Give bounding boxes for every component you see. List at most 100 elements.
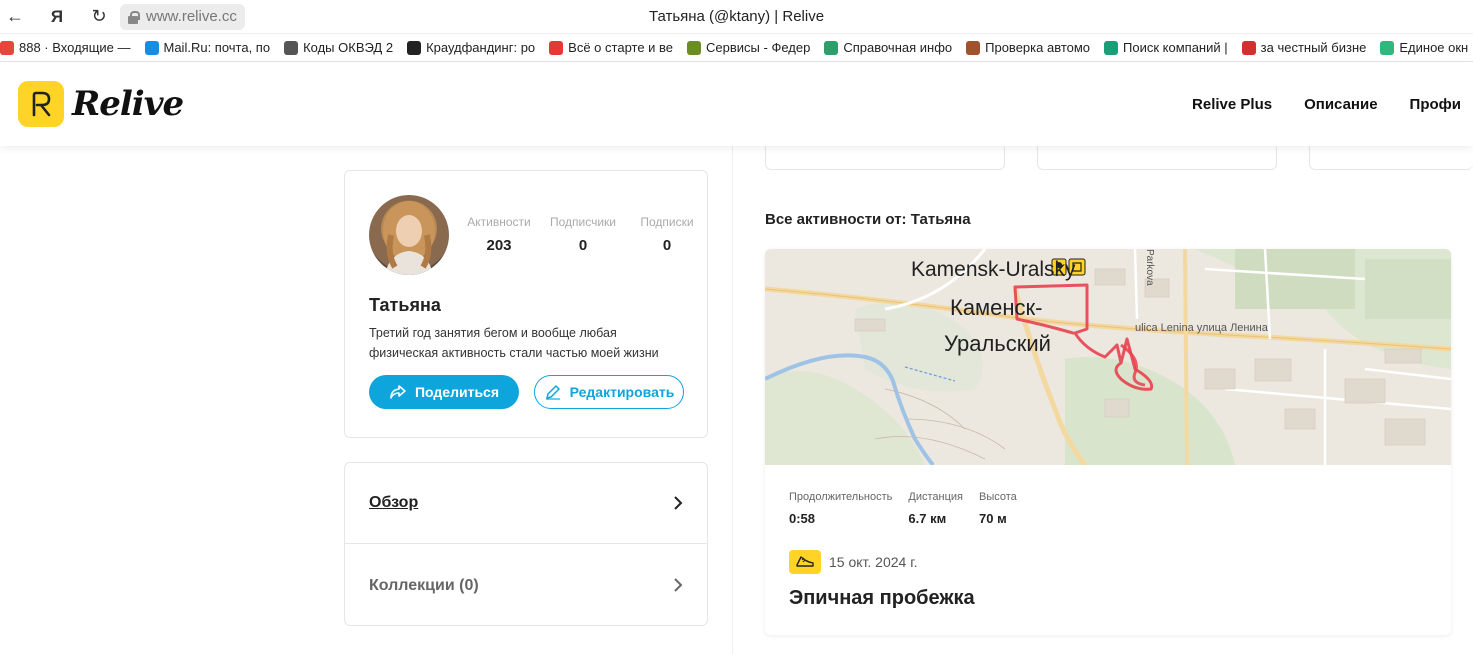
bookmark-item[interactable]: Коды ОКВЭД 2 [284, 40, 393, 55]
reload-icon[interactable]: ↻ [84, 2, 114, 32]
play-icon [1380, 40, 1395, 55]
za-icon [1241, 40, 1256, 55]
avatar[interactable] [369, 195, 449, 275]
bookmark-item[interactable]: за честный бизне [1241, 40, 1367, 55]
activity-card-stub [1037, 146, 1277, 170]
profile-card: Активности 203 Подписчики 0 Подписки 0 Т… [344, 170, 708, 438]
edit-button[interactable]: Редактировать [534, 375, 684, 409]
bookmark-item[interactable]: Всё о старте и ве [549, 40, 673, 55]
metric-elevation: Высота 70 м [979, 491, 1017, 526]
doc-icon [284, 40, 299, 55]
ruble-icon [407, 40, 422, 55]
profile-stats: Активности 203 Подписчики 0 Подписки 0 [457, 215, 709, 254]
column-divider [732, 146, 733, 654]
metric-value: 70 м [979, 511, 1007, 526]
menu-overview-label: Обзор [369, 494, 419, 511]
stat-followers[interactable]: Подписчики 0 [541, 215, 625, 254]
map-svg: Kamensk-Uralsky Каменск- Уральский ulica… [765, 249, 1451, 467]
activity-card[interactable]: Kamensk-Uralsky Каменск- Уральский ulica… [765, 249, 1451, 635]
bookmarks-bar: 888 · Входящие — Mail.Ru: почта, по Коды О… [0, 34, 1473, 62]
metric-label: Высота [979, 491, 1017, 503]
chevron-right-icon [674, 578, 683, 592]
menu-overview[interactable]: Обзор [345, 463, 707, 544]
profile-bio: Третий год занятия бегом и вообще любая … [369, 326, 659, 360]
bookmark-item[interactable]: Проверка автомо [966, 40, 1090, 55]
bookmark-item[interactable]: Mail.Ru: почта, по [144, 40, 271, 55]
mailru-icon [144, 40, 159, 55]
stat-label: Активности [467, 215, 531, 229]
nav-relive-plus[interactable]: Relive Plus [1192, 96, 1272, 113]
bookmark-label: 888 · Входящие — [19, 40, 131, 55]
stat-label: Подписчики [549, 215, 616, 229]
stat-label: Подписки [640, 215, 694, 229]
nav-description[interactable]: Описание [1304, 96, 1377, 113]
bookmark-label: Коды ОКВЭД 2 [303, 40, 394, 55]
metric-distance: Дистанция 6.7 км [908, 491, 963, 526]
stat-value: 0 [578, 237, 588, 254]
activity-date: 15 окт. 2024 г. [829, 554, 918, 570]
bookmark-label: Mail.Ru: почта, по [163, 40, 271, 55]
bookmark-item[interactable]: Краудфандинг: ро [407, 40, 535, 55]
bookmark-label: за честный бизне [1260, 40, 1367, 55]
relive-logo-text[interactable]: Relive [72, 84, 184, 124]
mail-icon [0, 40, 14, 55]
bookmark-label: Сервисы - Федер [706, 40, 811, 55]
metric-duration: Продолжительность 0:58 [789, 491, 892, 526]
browser-address-bar: ← Я ↻ www.relive.cc [0, 0, 1473, 34]
metric-value: 0:58 [789, 511, 816, 526]
metric-label: Дистанция [908, 491, 964, 503]
map-city-ru-label-1: Каменск- [950, 295, 1043, 320]
activity-date-row: 15 окт. 2024 г. [789, 550, 918, 574]
bookmark-label: Всё о старте и ве [568, 40, 674, 55]
bookmark-item[interactable]: 888 · Входящие — [0, 40, 131, 55]
bookmark-label: Краудфандинг: ро [426, 40, 536, 55]
activity-card-stub [1309, 146, 1473, 170]
site-header: Relive Relive Plus Описание Профи [0, 62, 1473, 146]
nav-profile[interactable]: Профи [1410, 96, 1461, 113]
leaf-icon [824, 40, 839, 55]
badge-icon [966, 40, 981, 55]
activity-map[interactable]: Kamensk-Uralsky Каменск- Уральский ulica… [765, 249, 1451, 467]
lock-icon [126, 10, 140, 24]
stat-value: 203 [486, 237, 512, 254]
bookmark-item[interactable]: Поиск компаний | [1104, 40, 1228, 55]
edit-label: Редактировать [569, 384, 675, 400]
chevron-right-icon [674, 496, 683, 510]
yandex-icon[interactable]: Я [42, 2, 72, 32]
share-label: Поделиться [414, 384, 500, 400]
activity-card-stub [765, 146, 1005, 170]
share-icon [390, 385, 406, 399]
activity-title[interactable]: Эпичная пробежка [789, 587, 975, 610]
activity-metrics: Продолжительность 0:58 Дистанция 6.7 км … [789, 491, 1033, 526]
stat-value: 0 [662, 237, 672, 254]
search-company-icon [1104, 40, 1119, 55]
stat-activities[interactable]: Активности 203 [457, 215, 541, 254]
menu-collections-label: Коллекции (0) [369, 576, 479, 594]
map-city-ru-label-2: Уральский [944, 331, 1051, 356]
bookmark-label: Поиск компаний | [1123, 40, 1228, 55]
menu-collections[interactable]: Коллекции (0) [345, 545, 707, 626]
r-icon [549, 40, 564, 55]
url-text: www.relive.cc [146, 8, 237, 25]
bookmark-label: Справочная инфо [843, 40, 953, 55]
pencil-icon [545, 385, 560, 400]
share-button[interactable]: Поделиться [369, 375, 519, 409]
metric-label: Продолжительность [789, 491, 893, 503]
top-nav: Relive Plus Описание Профи [1192, 62, 1473, 146]
profile-menu: Обзор Коллекции (0) [344, 462, 708, 626]
map-street-label: ulica Lenina улица Ленина [1135, 322, 1269, 334]
url-field[interactable]: www.relive.cc [120, 3, 245, 30]
map-city-en-label: Kamensk-Uralsky [911, 258, 1076, 281]
bookmark-label: Проверка автомо [985, 40, 1091, 55]
stat-following[interactable]: Подписки 0 [625, 215, 709, 254]
running-shoe-icon [789, 550, 821, 574]
emblem-icon [687, 40, 702, 55]
bookmark-item[interactable]: Справочная инфо [824, 40, 952, 55]
relive-logo-icon[interactable] [18, 81, 64, 127]
bookmark-item[interactable]: Сервисы - Федер [687, 40, 810, 55]
map-street-label-2: Parkova [1144, 249, 1155, 286]
activities-heading: Все активности от: Татьяна [765, 211, 971, 228]
metric-value: 6.7 км [908, 511, 947, 526]
back-icon[interactable]: ← [0, 2, 30, 32]
bookmark-item[interactable]: Единое окн [1380, 40, 1468, 55]
